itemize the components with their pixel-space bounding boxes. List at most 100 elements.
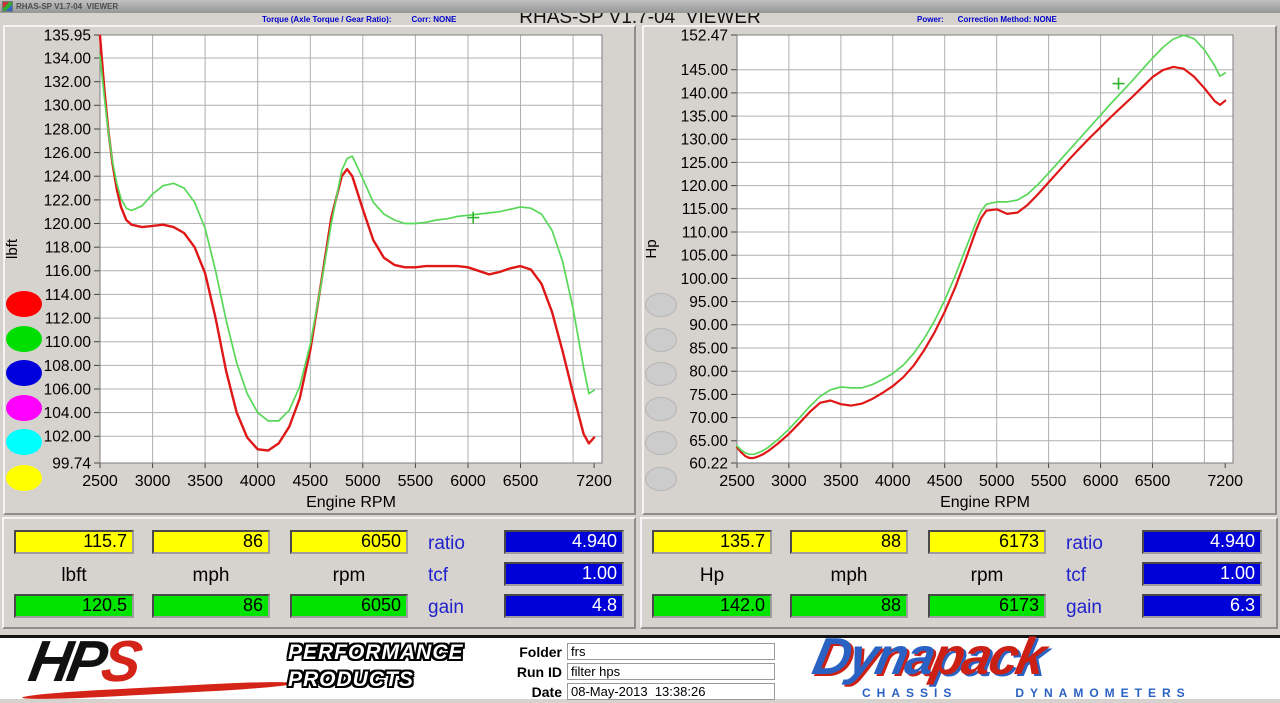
y-tick-label: 122.00 [44, 192, 92, 209]
x-tick-label: 3500 [187, 473, 223, 490]
hps-logo: HPS PERFORMANCE PRODUCTS [8, 638, 478, 698]
torque-source-label: Torque (Axle Torque / Gear Ratio): [262, 15, 392, 24]
run-info-form: Folder Run ID Date [494, 643, 775, 703]
hp-unit-label: Hp [652, 565, 772, 587]
y-tick-label: 125.00 [681, 155, 729, 172]
ratio-label: ratio [428, 533, 500, 555]
x-tick-label: 4500 [927, 473, 963, 490]
app-icon [2, 1, 13, 12]
torque-correction-label: Corr: NONE [412, 15, 457, 24]
y-tick-label: 65.00 [689, 433, 728, 450]
x-tick-label: 3500 [823, 473, 859, 490]
channel-button-green[interactable] [6, 326, 42, 352]
channel-button-red[interactable] [6, 291, 42, 317]
torque-readout-panel: 115.7 86 6050 lbft mph rpm 120.5 86 6050… [2, 517, 636, 629]
tcf-value: 1.00 [504, 562, 624, 586]
channel-button-gray-2[interactable] [645, 328, 677, 352]
x-tick-label: 6500 [503, 473, 539, 490]
x-tick-label: 4000 [240, 473, 276, 490]
x-tick-label: 7200 [576, 473, 612, 490]
x-tick-label: 5500 [1031, 473, 1067, 490]
power-chart-panel: 152.47145.00140.00135.00130.00125.00120.… [642, 25, 1277, 515]
cursor-mph-value: 86 [152, 530, 270, 554]
hps-products-text: PRODUCTS [288, 668, 414, 692]
channel-button-magenta[interactable] [6, 395, 42, 421]
cursor2-torque-value: 120.5 [14, 594, 134, 618]
x-tick-label: 5500 [398, 473, 434, 490]
tcf-value: 1.00 [1142, 562, 1262, 586]
y-tick-label: 80.00 [689, 364, 728, 381]
y-tick-label: 90.00 [689, 317, 728, 334]
tcf-label: tcf [428, 565, 500, 587]
y-tick-label: 112.00 [45, 311, 92, 328]
dynapack-wordmark: Dynapack [808, 627, 1050, 687]
y-tick-label: 118.00 [45, 240, 92, 257]
torque-header-info: Torque (Axle Torque / Gear Ratio): Corr:… [262, 15, 456, 24]
channel-button-gray-3[interactable] [645, 362, 677, 386]
run-id-label: Run ID [494, 664, 562, 680]
cursor-mph-value: 88 [790, 530, 908, 554]
x-tick-label: 6000 [1083, 473, 1119, 490]
ratio-label: ratio [1066, 533, 1138, 555]
y-tick-label: 130.00 [681, 132, 729, 149]
x-tick-label: 5000 [979, 473, 1015, 490]
y-tick-label: 135.95 [44, 27, 91, 44]
torque-unit-label: lbft [14, 565, 134, 587]
power-header-info: Power: Correction Method: NONE [917, 15, 1057, 24]
y-tick-label: 115.00 [682, 201, 729, 218]
y-tick-label: 108.00 [44, 358, 92, 375]
y-tick-label: 126.00 [44, 145, 92, 162]
y-tick-label: 145.00 [681, 62, 729, 79]
y-tick-label: 104.00 [44, 405, 92, 422]
x-tick-label: 3000 [135, 473, 171, 490]
footer-bar: HPS PERFORMANCE PRODUCTS Folder Run ID D… [0, 635, 1280, 699]
window-titlebar[interactable]: RHAS-SP V1.7-04 VIEWER [0, 0, 1280, 13]
tcf-label: tcf [1066, 565, 1138, 587]
y-tick-label: 134.00 [44, 50, 92, 67]
y-tick-label: 70.00 [689, 410, 728, 427]
y-tick-label: 95.00 [689, 294, 728, 311]
plot-area [737, 35, 1233, 463]
y-tick-label: 152.47 [681, 27, 728, 44]
gain-value: 4.8 [504, 594, 624, 618]
x-axis-title: Engine RPM [940, 494, 1030, 511]
y-tick-label: 130.00 [44, 98, 92, 115]
mph-unit-label: mph [152, 565, 270, 587]
x-tick-label: 5000 [345, 473, 381, 490]
channel-button-gray-6[interactable] [645, 467, 677, 491]
channel-button-yellow[interactable] [6, 465, 42, 491]
x-tick-label: 7200 [1207, 473, 1243, 490]
torque-chart[interactable]: 135.95134.00132.00130.00128.00126.00124.… [5, 27, 634, 513]
x-tick-label: 4500 [293, 473, 329, 490]
y-tick-label: 114.00 [45, 287, 92, 304]
hps-performance-text: PERFORMANCE [288, 641, 464, 665]
y-tick-label: 75.00 [689, 387, 728, 404]
run-id-field[interactable] [567, 663, 775, 680]
cursor2-mph-value: 88 [790, 594, 908, 618]
y-axis-title: Hp [644, 239, 660, 258]
x-tick-label: 6000 [450, 473, 486, 490]
ratio-value: 4.940 [1142, 530, 1262, 554]
ratio-value: 4.940 [504, 530, 624, 554]
channel-button-cyan[interactable] [6, 429, 42, 455]
cursor2-rpm-value: 6050 [290, 594, 408, 618]
y-tick-label: 116.00 [45, 263, 92, 280]
hps-wordmark: HPS [24, 628, 143, 695]
rpm-unit-label: rpm [290, 565, 408, 587]
power-chart[interactable]: 152.47145.00140.00135.00130.00125.00120.… [644, 27, 1275, 513]
y-axis-title: lbft [5, 238, 21, 259]
date-field[interactable] [567, 683, 775, 700]
folder-field[interactable] [567, 643, 775, 660]
plot-area [100, 35, 602, 463]
channel-button-gray-4[interactable] [645, 397, 677, 421]
x-tick-label: 2500 [719, 473, 755, 490]
channel-button-gray-5[interactable] [645, 431, 677, 455]
channel-button-gray-1[interactable] [645, 293, 677, 317]
y-tick-label: 132.00 [44, 74, 92, 91]
gain-value: 6.3 [1142, 594, 1262, 618]
dynapack-subtitle: CHASSISDYNAMOMETERS [862, 686, 1191, 700]
date-label: Date [494, 684, 562, 700]
channel-button-blue[interactable] [6, 360, 42, 386]
cursor-rpm-value: 6173 [928, 530, 1046, 554]
y-tick-label: 99.74 [52, 455, 91, 472]
